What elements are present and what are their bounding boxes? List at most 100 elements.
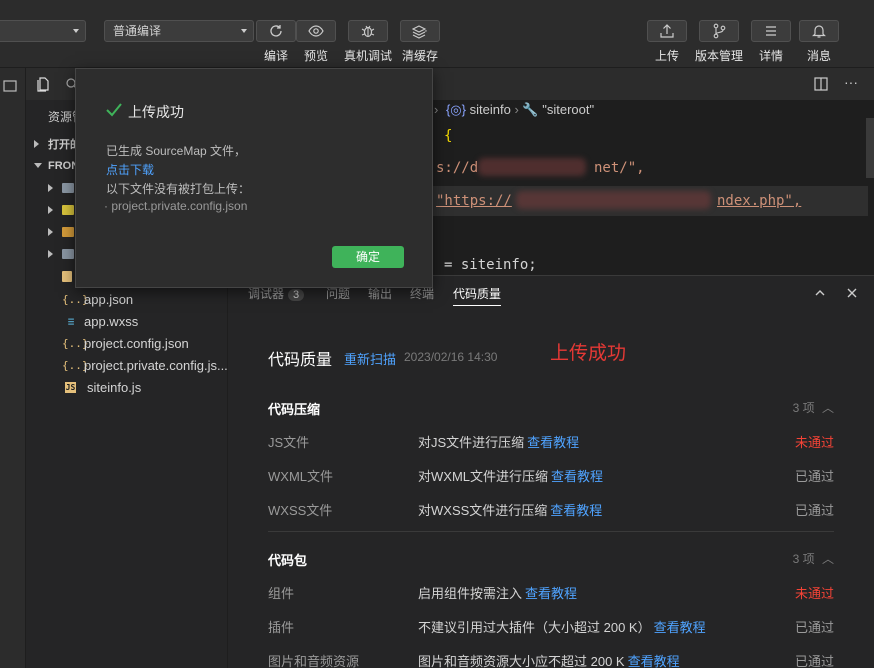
css-file-icon: ≡ — [67, 314, 75, 328]
upload-button[interactable] — [647, 20, 687, 42]
redacted-area — [516, 191, 711, 209]
dialog-title: 上传成功 — [128, 104, 184, 120]
code-token: { — [444, 128, 453, 144]
chevron-up-icon[interactable] — [813, 286, 827, 300]
file-row[interactable]: {..} project.private.config.js... — [62, 354, 228, 376]
preview-label: 预览 — [303, 49, 328, 63]
check-desc-text: 图片和音频资源大小应不超过 200 K — [418, 654, 625, 668]
chevron-down-icon — [34, 163, 42, 168]
excluded-files-message: 以下文件没有被打包上传： — [106, 182, 251, 196]
files-icon[interactable] — [36, 76, 52, 92]
upload-success-dialog: 上传成功 已生成 SourceMap 文件， 点击下载 以下文件没有被打包上传：… — [75, 68, 433, 288]
tutorial-link[interactable]: 查看教程 — [550, 503, 602, 518]
version-management-label: 版本管理 — [694, 49, 743, 63]
scan-timestamp: 2023/02/16 14:30 — [404, 350, 498, 364]
status-badge: 已通过 — [794, 620, 834, 635]
tutorial-link[interactable]: 查看教程 — [551, 469, 603, 484]
chevron-right-icon — [48, 250, 53, 258]
check-desc-text: 对WXSS文件进行压缩 — [418, 503, 548, 518]
close-icon[interactable] — [845, 286, 859, 300]
js-file-icon: JS — [65, 381, 76, 393]
section-title: 代码压缩 — [268, 402, 321, 417]
status-badge: 已通过 — [794, 654, 834, 668]
bug-icon — [361, 25, 375, 38]
check-desc: 对JS文件进行压缩 查看教程 — [418, 432, 579, 451]
tutorial-link[interactable]: 查看教程 — [628, 654, 680, 668]
folder-icon — [62, 249, 74, 259]
section-divider — [268, 531, 834, 532]
section-count-label: 3 项 — [792, 552, 815, 566]
device-debug-button[interactable] — [348, 20, 388, 42]
activity-bar — [0, 68, 26, 668]
file-row[interactable]: {..} app.json — [62, 288, 133, 310]
check-name: WXSS文件 — [268, 503, 333, 518]
chevron-down-icon — [241, 29, 247, 33]
js-file-icon — [62, 271, 72, 282]
compile-label: 编译 — [263, 49, 288, 63]
status-badge: 未通过 — [794, 586, 834, 601]
breadcrumb: › {◎} siteinfo › 🔧 "siteroot" — [434, 102, 595, 117]
split-icon[interactable] — [2, 78, 18, 94]
section-count[interactable]: 3 项 ︿ — [793, 550, 834, 567]
tab-code-quality[interactable]: 代码质量 — [453, 285, 502, 306]
rescan-link[interactable]: 重新扫描 — [344, 349, 396, 368]
layers-icon — [412, 25, 428, 39]
check-desc: 对WXSS文件进行压缩 查看教程 — [418, 500, 602, 519]
details-label: 详情 — [758, 49, 783, 63]
compile-button[interactable] — [256, 20, 296, 42]
tutorial-link[interactable]: 查看教程 — [525, 586, 577, 601]
menu-icon — [766, 26, 776, 36]
file-row[interactable]: ≡ app.wxss — [62, 310, 139, 332]
chevron-right-icon — [34, 140, 39, 148]
code-quality-title: 代码质量 — [268, 352, 333, 369]
more-icon[interactable]: ··· — [844, 74, 858, 90]
object-icon: {◎} — [445, 102, 466, 117]
editor-scrollbar[interactable] — [866, 118, 874, 178]
file-name: app.json — [84, 291, 134, 307]
clear-cache-label: 清缓存 — [401, 49, 438, 63]
details-button[interactable] — [751, 20, 791, 42]
chevron-right-icon — [48, 206, 53, 214]
folder-icon — [62, 183, 74, 193]
check-desc: 不建议引用过大插件（大小超过 200 K） 查看教程 — [418, 617, 706, 636]
file-row[interactable]: {..} project.config.json — [62, 332, 189, 354]
version-management-button[interactable] — [699, 20, 739, 42]
confirm-button[interactable]: 确定 — [332, 246, 404, 268]
check-desc-text: 对WXML文件进行压缩 — [418, 469, 549, 484]
file-row[interactable]: JS siteinfo.js — [62, 376, 141, 398]
file-name: app.wxss — [84, 313, 139, 329]
chevron-right-icon — [48, 184, 53, 192]
chevron-up-icon: ︿ — [821, 401, 834, 415]
tutorial-link[interactable]: 查看教程 — [654, 620, 706, 635]
chevron-right-icon — [48, 228, 53, 236]
breadcrumb-item[interactable]: "siteroot" — [542, 102, 594, 117]
clear-cache-button[interactable] — [400, 20, 440, 42]
status-badge: 已通过 — [794, 503, 834, 518]
check-icon — [106, 103, 122, 117]
chevron-up-icon: ︿ — [821, 552, 834, 566]
check-desc-text: 对JS文件进行压缩 — [418, 435, 525, 450]
check-name: WXML文件 — [268, 469, 334, 484]
refresh-icon — [270, 25, 282, 37]
sourcemap-message: 已生成 SourceMap 文件， — [106, 144, 247, 158]
branch-icon — [713, 23, 726, 39]
tutorial-link[interactable]: 查看教程 — [527, 435, 579, 450]
file-name: siteinfo.js — [87, 379, 142, 395]
code-token: "https:// — [436, 193, 512, 209]
tab-badge: 3 — [288, 289, 305, 301]
breadcrumb-item[interactable]: siteinfo — [470, 102, 511, 117]
preview-button[interactable] — [296, 20, 336, 42]
compile-mode-value: 普通编译 — [113, 24, 162, 38]
bottom-panel: 调试器 3 问题 输出 终端 代码质量 代码质量 重新扫描 2023/02/16 … — [228, 275, 874, 668]
section-count[interactable]: 3 项 ︿ — [793, 399, 834, 416]
top-toolbar: 普通编译 编译 预览 真机调试 清缓存 上传 版本管理 详情 消息 — [0, 0, 874, 68]
code-token: s://d — [436, 160, 479, 176]
code-token: ndex.php", — [717, 193, 802, 209]
split-editor-icon[interactable] — [814, 77, 828, 91]
check-name: 插件 — [268, 620, 295, 635]
wrench-icon: 🔧 — [522, 102, 539, 117]
messages-button[interactable] — [799, 20, 839, 42]
download-link[interactable]: 点击下载 — [106, 161, 154, 178]
mode-select[interactable] — [0, 20, 86, 42]
compile-mode-select[interactable]: 普通编译 — [104, 20, 254, 42]
